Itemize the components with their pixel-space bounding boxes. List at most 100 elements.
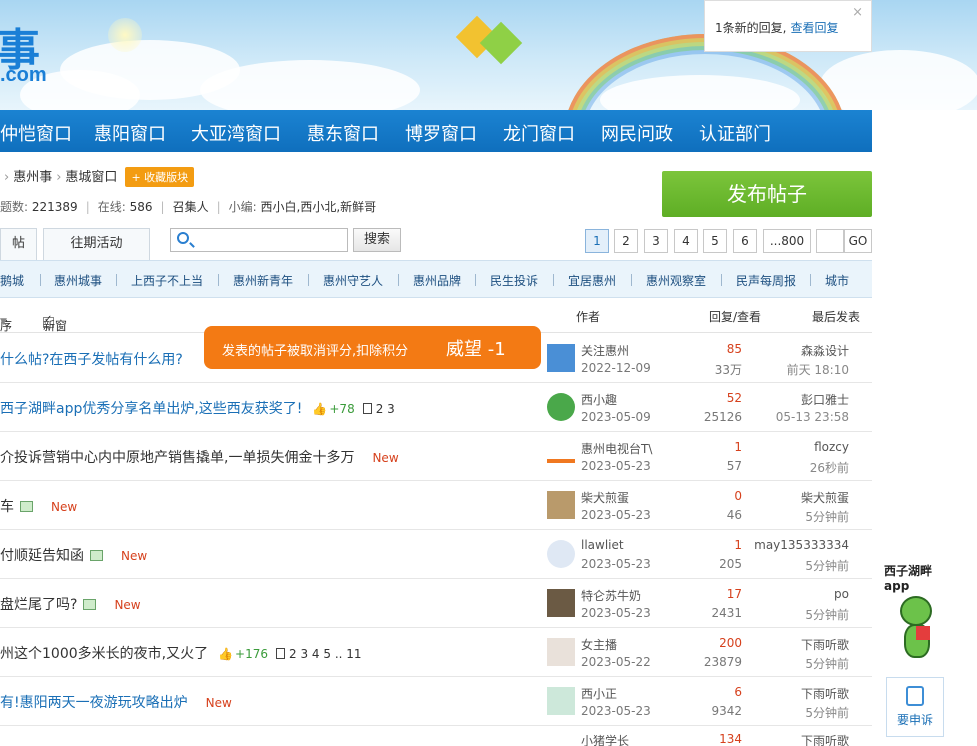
thread-title[interactable]: 什么帖?在西子发帖有什么用? — [0, 349, 183, 369]
page-button[interactable]: 3 — [644, 229, 668, 253]
last-post-time[interactable]: 5分钟前 — [805, 508, 849, 525]
nav-item[interactable]: 惠东窗口 — [307, 120, 379, 146]
thread-title[interactable]: 盘烂尾了吗? — [0, 597, 77, 613]
last-poster[interactable]: 下雨听歌 — [801, 732, 849, 746]
last-poster[interactable]: 彭口雅士 — [801, 391, 849, 408]
nav-item[interactable]: 龙门窗口 — [503, 120, 575, 146]
category-item[interactable]: 鹅城 — [0, 272, 24, 289]
view-reply-link[interactable]: 查看回复 — [790, 21, 838, 35]
category-item[interactable]: 上西子不上当 — [131, 272, 203, 289]
category-item[interactable]: 城市 — [825, 272, 849, 289]
appeal-button[interactable]: 要申诉 — [886, 677, 944, 737]
last-poster[interactable]: 下雨听歌 — [801, 685, 849, 702]
category-item[interactable]: 民声每周报 — [736, 272, 796, 289]
avatar[interactable] — [547, 491, 575, 519]
thread-title[interactable]: 车 — [0, 499, 14, 515]
pages-icon — [276, 648, 286, 659]
page-links[interactable]: 2 3 4 5 .. 11 — [289, 647, 362, 661]
close-icon[interactable]: × — [852, 5, 863, 20]
score-badge: +176 — [235, 647, 269, 661]
category-item[interactable]: 宜居惠州 — [568, 272, 616, 289]
author-name[interactable]: 惠州电视台T\ — [581, 440, 652, 457]
page-links[interactable]: 2 3 — [376, 402, 395, 416]
nav-item[interactable]: 大亚湾窗口 — [191, 120, 281, 146]
thread-title[interactable]: 付顺延告知函 — [0, 548, 84, 564]
new-post-button[interactable]: 发布帖子 — [662, 171, 872, 217]
author-name[interactable]: 女主播 — [581, 636, 617, 653]
thread-title[interactable]: 州这个1000多米长的夜市,又火了 — [0, 646, 208, 662]
last-post-time[interactable]: 前天 18:10 — [787, 361, 849, 378]
app-mascot-icon[interactable] — [894, 596, 938, 660]
table-row[interactable]: 付顺延告知函 New llawliet 2023-05-23 1 205 may1… — [0, 530, 872, 579]
last-poster[interactable]: flozcy — [814, 440, 849, 454]
nav-item[interactable]: 博罗窗口 — [405, 120, 477, 146]
favorite-board-button[interactable]: + 收藏版块 — [125, 167, 195, 187]
last-post-time[interactable]: 5分钟前 — [805, 655, 849, 672]
avatar[interactable] — [547, 344, 575, 372]
category-item[interactable]: 惠州品牌 — [413, 272, 461, 289]
last-post-time[interactable]: 5分钟前 — [805, 557, 849, 574]
avatar[interactable] — [547, 449, 575, 463]
avatar[interactable] — [547, 393, 575, 421]
nav-item[interactable]: 网民问政 — [601, 120, 673, 146]
breadcrumb-item[interactable]: 惠州事 — [13, 170, 52, 185]
table-row[interactable]: 盘烂尾了吗? New 特仑苏牛奶 2023-05-23 17 2431 po 5分… — [0, 579, 872, 628]
thread-title[interactable]: 有!惠阳两天一夜游玩攻略出炉 — [0, 695, 188, 711]
author-name[interactable]: 柴犬煎蛋 — [581, 489, 629, 506]
avatar[interactable] — [547, 540, 575, 568]
last-poster[interactable]: may135333334 — [754, 538, 849, 552]
last-post-time[interactable]: 26秒前 — [810, 459, 849, 476]
author-name[interactable]: 小猪学长 — [581, 732, 629, 746]
category-item[interactable]: 惠州观察室 — [646, 272, 706, 289]
search-button[interactable]: 搜索 — [353, 228, 401, 252]
page-button[interactable]: 1 — [585, 229, 609, 253]
author-name[interactable]: 西小正 — [581, 685, 617, 702]
table-row[interactable]: 小猪学长 134 下雨听歌 — [0, 726, 872, 746]
last-post-header: 最后发表 — [812, 310, 861, 324]
nav-item[interactable]: 认证部门 — [699, 120, 771, 146]
category-item[interactable]: 惠州城事 — [54, 272, 102, 289]
last-poster[interactable]: 柴犬煎蛋 — [801, 489, 849, 506]
avatar[interactable] — [547, 638, 575, 666]
table-row[interactable]: 车 New 柴犬煎蛋 2023-05-23 0 46 柴犬煎蛋 5分钟前 — [0, 481, 872, 530]
table-row[interactable]: 西子湖畔app优秀分享名单出炉,这些西友获奖了! 👍 +78 2 3 西小趣 2023… — [0, 383, 872, 432]
convener-link[interactable]: 召集人 — [173, 200, 209, 214]
last-poster[interactable]: 森淼设计 — [801, 342, 849, 359]
page-button[interactable]: 2 — [614, 229, 638, 253]
editor-names[interactable]: 西小白,西小北,新鲜哥 — [261, 200, 377, 214]
table-row[interactable]: 介投诉营销中心内中原地产销售撬单,一单损失佣金十多万 New 惠州电视台T\ 20… — [0, 432, 872, 481]
page-button-last[interactable]: ...800 — [763, 229, 811, 253]
table-row[interactable]: 州这个1000多米长的夜市,又火了 👍 +176 2 3 4 5 .. 11 女主播 … — [0, 628, 872, 677]
author-name[interactable]: 西小趣 — [581, 391, 617, 408]
category-item[interactable]: 惠州守艺人 — [323, 272, 383, 289]
table-row[interactable]: 有!惠阳两天一夜游玩攻略出炉 New 西小正 2023-05-23 6 9342 … — [0, 677, 872, 726]
page-jump-input[interactable] — [816, 229, 844, 253]
last-post-time[interactable]: 5分钟前 — [805, 606, 849, 623]
thread-title[interactable]: 介投诉营销中心内中原地产销售撬单,一单损失佣金十多万 — [0, 450, 354, 466]
avatar[interactable] — [547, 589, 575, 617]
category-item[interactable]: 惠州新青年 — [233, 272, 293, 289]
tab-past-events[interactable]: 往期活动 — [43, 228, 150, 260]
last-poster[interactable]: po — [834, 587, 849, 601]
breadcrumb-item[interactable]: 惠城窗口 — [65, 170, 117, 185]
thread-title[interactable]: 西子湖畔app优秀分享名单出炉,这些西友获奖了! — [0, 401, 302, 417]
nav-item[interactable]: 仲恺窗口 — [0, 120, 72, 146]
nav-item[interactable]: 惠阳窗口 — [94, 120, 166, 146]
page-button[interactable]: 4 — [674, 229, 698, 253]
author-name[interactable]: 关注惠州 — [581, 342, 629, 359]
last-post-time[interactable]: 5分钟前 — [805, 704, 849, 721]
page-go-button[interactable]: GO — [844, 229, 872, 253]
author-name[interactable]: 特仑苏牛奶 — [581, 587, 641, 604]
avatar[interactable] — [547, 687, 575, 715]
page-button[interactable]: 5 — [703, 229, 727, 253]
page-button[interactable]: 6 — [733, 229, 757, 253]
author-name[interactable]: llawliet — [581, 538, 624, 552]
last-post-time[interactable]: 05-13 23:58 — [776, 410, 849, 424]
tab-posts[interactable]: 帖 — [0, 228, 37, 260]
last-poster[interactable]: 下雨听歌 — [801, 636, 849, 653]
view-count: 9342 — [711, 704, 742, 718]
category-item[interactable]: 民生投诉 — [490, 272, 538, 289]
score-toast: 发表的帖子被取消评分,扣除积分 威望 -1 — [204, 326, 541, 369]
app-promo[interactable]: 西子湖畔 app — [884, 562, 954, 593]
search-input[interactable] — [170, 228, 348, 252]
